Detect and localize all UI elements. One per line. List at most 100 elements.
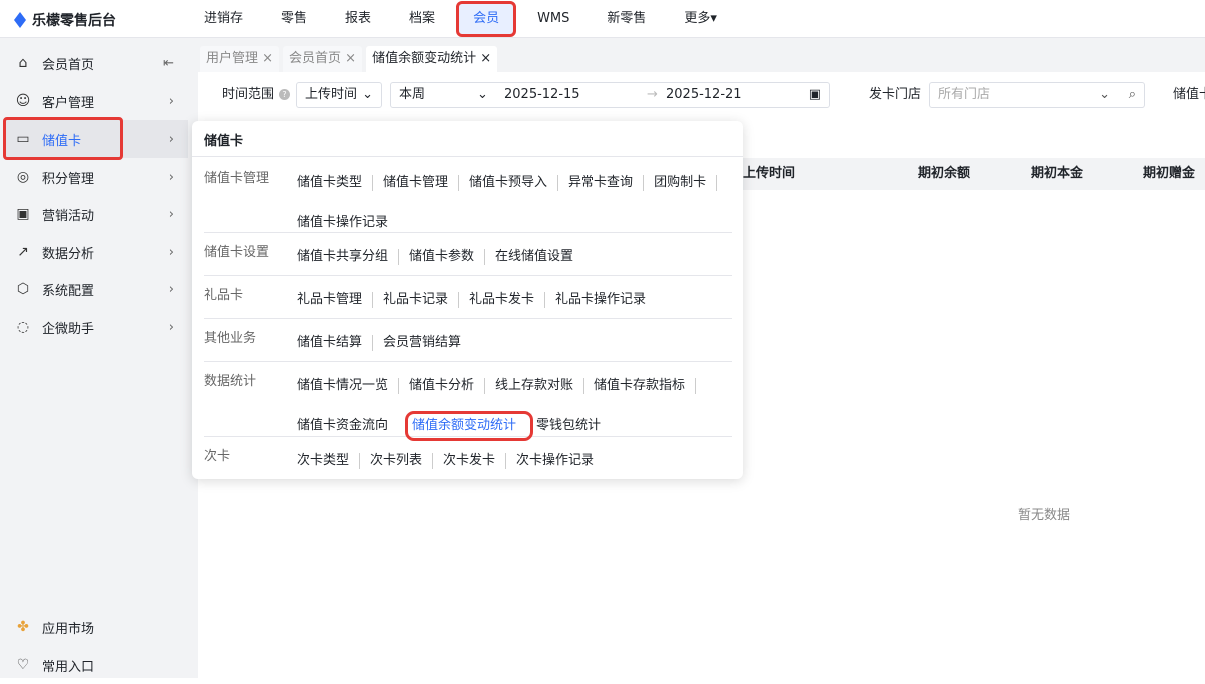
menu-item[interactable]: 储值卡预导入 [469, 175, 559, 191]
menu-item[interactable]: 储值卡管理 [383, 175, 460, 191]
tab-member-home[interactable]: 会员首页 × [283, 46, 363, 72]
label: 应用市场 [42, 621, 95, 637]
menu-item[interactable]: 礼品卡管理 [297, 292, 374, 308]
menu-item[interactable]: 零钱包统计 [536, 418, 611, 434]
group-label: 其他业务 [204, 331, 257, 346]
menu-item[interactable]: 次卡列表 [370, 453, 434, 469]
menu-group: 储值卡设置 储值卡共享分组 储值卡参数 在线储值设置 [204, 233, 732, 276]
menu-item[interactable]: 储值卡操作记录 [297, 215, 398, 231]
column-header: 期初余额 [918, 166, 971, 181]
menu-item[interactable]: 次卡操作记录 [516, 453, 604, 469]
period-value: 本周 [399, 87, 426, 102]
time-type-select[interactable]: 上传时间 ⌄ [296, 82, 382, 108]
sidebar-item-favorites[interactable]: ♡ 常用入口 [4, 646, 188, 684]
campaign-icon: ▣ [16, 206, 30, 222]
menu-item[interactable]: 储值卡分析 [409, 378, 486, 394]
nav-item[interactable]: 零售 [267, 0, 321, 38]
menu-item[interactable]: 储值卡情况一览 [297, 378, 400, 394]
nav-item[interactable]: 新零售 [593, 0, 660, 38]
chevron-right-icon: › [168, 319, 174, 335]
label: 常用入口 [42, 659, 95, 675]
sidebar-item-marketing[interactable]: ▣ 营销活动 › [4, 195, 188, 233]
chevron-down-icon: ⌄ [477, 87, 488, 102]
group-label: 次卡 [204, 449, 231, 464]
menu-item[interactable]: 次卡发卡 [443, 453, 507, 469]
help-icon[interactable]: ? [279, 89, 290, 100]
menu-item[interactable]: 礼品卡操作记录 [555, 292, 656, 308]
chevron-right-icon: › [168, 93, 174, 109]
sidebar-item-points[interactable]: ◎ 积分管理 › [4, 158, 188, 196]
menu-item[interactable]: 储值卡存款指标 [594, 378, 697, 394]
menu-group: 其他业务 储值卡结算 会员营销结算 [204, 319, 732, 362]
home-icon: ⌂ [18, 55, 28, 71]
menu-item[interactable]: 储值卡参数 [409, 249, 486, 265]
tab-bar: 用户管理 × 会员首页 × 储值余额变动统计 × [198, 38, 1205, 72]
highlight-box [3, 117, 123, 160]
sidebar-item-analytics[interactable]: ↗ 数据分析 › [4, 233, 188, 271]
store-select[interactable]: 所有门店 ⌄ ⌕ [929, 82, 1145, 108]
label: 营销活动 [42, 208, 95, 224]
placeholder: 所有门店 [938, 87, 991, 102]
column-header: 期初本金 [1031, 166, 1084, 181]
end-date[interactable]: 2025-12-21 [666, 83, 742, 107]
label: 数据分析 [42, 246, 95, 262]
sidebar-item-home[interactable]: ⌂ 会员首页 ⇤ [4, 44, 188, 82]
sidebar-item-customer[interactable]: ☺ 客户管理 › [4, 82, 188, 120]
value: 上传时间 [305, 87, 358, 102]
nav-item[interactable]: 进销存 [190, 0, 257, 38]
menu-group: 礼品卡 礼品卡管理 礼品卡记录 礼品卡发卡 礼品卡操作记录 [204, 276, 732, 319]
menu-item[interactable]: 储值卡结算 [297, 335, 374, 351]
menu-item[interactable]: 在线储值设置 [495, 249, 583, 265]
menu-item[interactable]: 礼品卡记录 [383, 292, 460, 308]
calendar-icon[interactable]: ▣ [809, 83, 821, 107]
menu-item[interactable]: 异常卡查询 [568, 175, 645, 191]
start-date[interactable]: 2025-12-15 [504, 83, 580, 107]
sidebar-item-app-market[interactable]: ✤ 应用市场 [4, 608, 188, 646]
column-header: 期初赠金 [1143, 166, 1196, 181]
heart-icon: ♡ [16, 657, 30, 673]
top-bar: 乐檬零售后台 进销存 零售 报表 档案 会员 WMS 新零售 更多▾ [0, 0, 1205, 38]
tab-user-management[interactable]: 用户管理 × [200, 46, 280, 72]
label: 企微助手 [42, 321, 95, 337]
arrow-icon: → [647, 87, 658, 102]
group-items: 储值卡共享分组 储值卡参数 在线储值设置 [297, 241, 737, 281]
column-header: 上传时间 [743, 166, 796, 181]
sidebar-item-wecom[interactable]: ◌ 企微助手 › [4, 308, 188, 346]
submenu-popup: 储值卡 储值卡管理 储值卡类型 储值卡管理 储值卡预导入 异常卡查询 团购制卡 储值卡操作记… [192, 121, 743, 479]
collapse-icon[interactable]: ⇤ [163, 56, 174, 71]
logo: 乐檬零售后台 [14, 10, 116, 30]
settings-icon: ⬡ [16, 281, 30, 297]
group-items: 礼品卡管理 礼品卡记录 礼品卡发卡 礼品卡操作记录 [297, 284, 737, 324]
nav-item-more[interactable]: 更多▾ [670, 0, 731, 38]
chevron-down-icon: ⌄ [1099, 87, 1110, 102]
sidebar-item-settings[interactable]: ⬡ 系统配置 › [4, 270, 188, 308]
nav-item[interactable]: 报表 [331, 0, 385, 38]
chat-icon: ◌ [16, 319, 30, 335]
group-label: 礼品卡 [204, 288, 244, 303]
search-icon[interactable]: ⌕ [1129, 83, 1136, 107]
menu-group: 次卡 次卡类型 次卡列表 次卡发卡 次卡操作记录 [204, 437, 732, 477]
nav-item-member[interactable]: 会员 [456, 1, 517, 37]
menu-item[interactable]: 礼品卡发卡 [469, 292, 546, 308]
menu-item[interactable]: 储值卡资金流向 [297, 418, 398, 434]
card-filter-label: 储值卡 [1173, 87, 1205, 102]
nav-item[interactable]: 档案 [395, 0, 449, 38]
time-range-label: 时间范围 [222, 87, 275, 102]
app-market-icon: ✤ [17, 619, 29, 635]
menu-item[interactable]: 次卡类型 [297, 453, 361, 469]
nav-item[interactable]: WMS [523, 0, 583, 38]
date-range-picker[interactable]: 本周 ⌄ 2025-12-15 → 2025-12-21 ▣ [390, 82, 830, 108]
menu-item[interactable]: 线上存款对账 [495, 378, 585, 394]
menu-item[interactable]: 储值卡类型 [297, 175, 374, 191]
popup-title: 储值卡 [192, 121, 743, 157]
menu-item[interactable]: 团购制卡 [654, 175, 718, 191]
filter-bar: 时间范围 ? 上传时间 ⌄ 本周 ⌄ 2025-12-15 → 2025-12-2… [198, 82, 1205, 112]
empty-state: 暂无数据 [1018, 508, 1071, 523]
menu-item[interactable]: 储值卡共享分组 [297, 249, 400, 265]
menu-item-balance-change-stats[interactable]: 储值余额变动统计 [405, 411, 534, 441]
group-items: 储值卡结算 会员营销结算 [297, 327, 737, 367]
coins-icon: ◎ [16, 169, 30, 185]
chevron-right-icon: › [168, 281, 174, 297]
menu-item[interactable]: 会员营销结算 [383, 335, 471, 351]
tab-balance-change-stats[interactable]: 储值余额变动统计 × [366, 46, 498, 72]
